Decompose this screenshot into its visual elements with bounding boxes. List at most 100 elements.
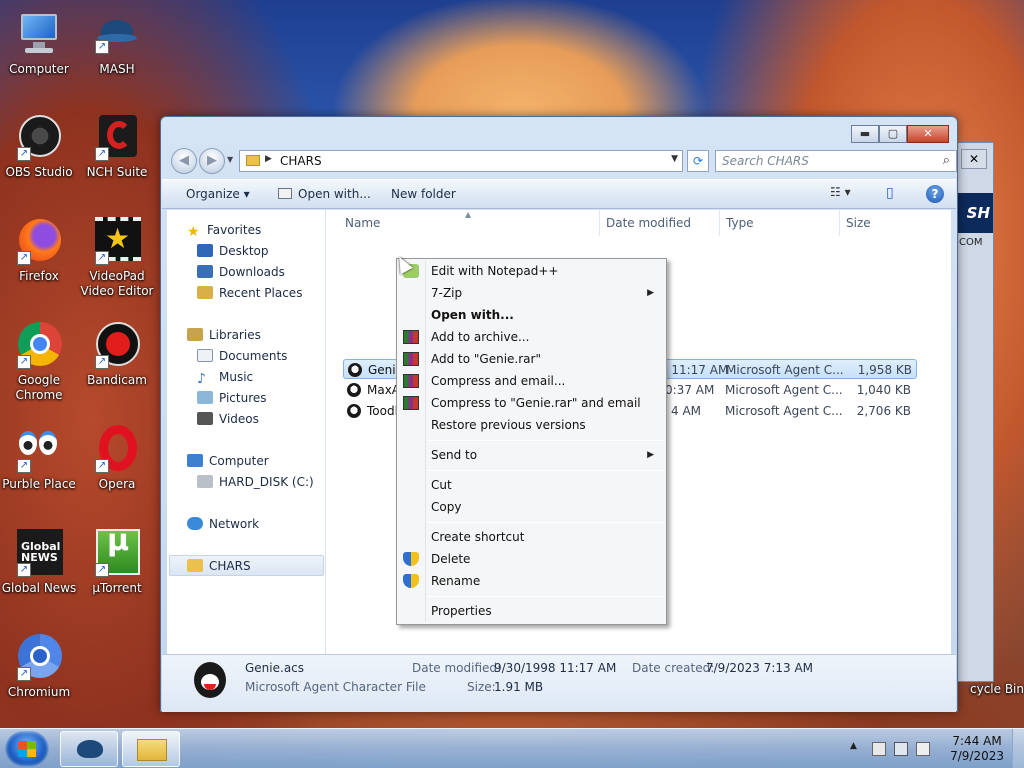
taskbar-mash-button[interactable] bbox=[60, 731, 118, 767]
desktop-nch-icon[interactable]: ↗ NCH Suite bbox=[78, 113, 156, 180]
nav-label: Downloads bbox=[219, 265, 285, 279]
nav-computer[interactable]: Computer bbox=[187, 451, 269, 471]
help-button[interactable]: ? bbox=[926, 185, 944, 203]
nav-recent-places[interactable]: Recent Places bbox=[197, 283, 302, 303]
recent-pages-icon[interactable]: ▼ bbox=[227, 155, 233, 164]
menu-item-open-with[interactable]: Open with... bbox=[399, 304, 664, 326]
desktop-opera-icon[interactable]: ↗ Opera bbox=[78, 425, 156, 492]
menu-item-send-to[interactable]: Send to ▶ bbox=[399, 444, 664, 466]
nav-hard-disk[interactable]: HARD_DISK (C:) bbox=[197, 472, 314, 492]
file-type: Microsoft Agent C... bbox=[726, 363, 844, 377]
column-header-type[interactable]: Type bbox=[726, 216, 754, 230]
nav-desktop[interactable]: Desktop bbox=[197, 241, 269, 261]
maximize-button[interactable]: ▢ bbox=[879, 125, 907, 143]
winrar-icon bbox=[403, 330, 419, 344]
menu-item-add-rar[interactable]: Add to "Genie.rar" bbox=[399, 348, 664, 370]
column-divider[interactable] bbox=[839, 210, 840, 236]
context-menu[interactable]: Edit with Notepad++ 7-Zip ▶ Open with... … bbox=[396, 258, 667, 625]
menu-item-edit-notepad[interactable]: Edit with Notepad++ bbox=[399, 260, 664, 282]
taskbar: ▲ 7:44 AM 7/9/2023 bbox=[0, 728, 1024, 768]
desktop-chromium-icon[interactable]: ↗ Chromium bbox=[0, 633, 78, 700]
open-with-button[interactable]: Open with... bbox=[278, 187, 371, 201]
show-desktop-button[interactable] bbox=[1012, 729, 1024, 768]
menu-item-rename[interactable]: Rename bbox=[399, 570, 664, 592]
menu-item-copy[interactable]: Copy bbox=[399, 496, 664, 518]
videos-icon bbox=[197, 412, 213, 425]
start-button[interactable] bbox=[5, 731, 49, 767]
nav-music[interactable]: ♪ Music bbox=[197, 367, 253, 387]
desktop-mash-icon[interactable]: ↗ MASH bbox=[78, 10, 156, 77]
search-icon[interactable]: ⌕ bbox=[943, 153, 950, 168]
menu-item-add-archive[interactable]: Add to archive... bbox=[399, 326, 664, 348]
nav-favorites[interactable]: ★ Favorites bbox=[187, 220, 261, 240]
close-button[interactable]: ✕ bbox=[907, 125, 949, 143]
address-dropdown-icon[interactable]: ▼ bbox=[671, 154, 678, 164]
menu-item-delete[interactable]: Delete bbox=[399, 548, 664, 570]
desktop-globalnews-icon[interactable]: Global NEWS ↗ Global News bbox=[0, 529, 78, 596]
desktop-computer-icon[interactable]: Computer bbox=[0, 10, 78, 77]
address-bar[interactable]: ▶ CHARS ▼ bbox=[239, 150, 683, 172]
background-window-close-button[interactable]: ✕ bbox=[961, 149, 987, 169]
minimize-button[interactable]: ▬ bbox=[851, 125, 879, 143]
file-size: 2,706 KB bbox=[856, 404, 911, 418]
nav-network[interactable]: Network bbox=[187, 514, 259, 534]
desktop-utorrent-icon[interactable]: µ ↗ µTorrent bbox=[78, 526, 156, 596]
back-button[interactable]: ◀ bbox=[171, 148, 197, 174]
nav-documents[interactable]: Documents bbox=[197, 346, 287, 366]
network-icon[interactable] bbox=[894, 742, 908, 756]
preview-pane-button[interactable]: ▯ bbox=[886, 185, 894, 201]
navigation-pane[interactable]: ★ Favorites Desktop Downloads Recent Plac… bbox=[167, 210, 326, 654]
computer-icon bbox=[187, 454, 203, 467]
menu-item-restore-versions[interactable]: Restore previous versions bbox=[399, 414, 664, 436]
action-center-icon[interactable] bbox=[872, 742, 886, 756]
desktop-obs-icon[interactable]: ↗ OBS Studio bbox=[0, 113, 78, 180]
network-icon bbox=[187, 517, 203, 530]
breadcrumb-chars[interactable]: CHARS bbox=[280, 154, 322, 168]
uac-shield-icon bbox=[403, 574, 419, 588]
column-divider[interactable] bbox=[719, 210, 720, 236]
desktop-videopad-icon[interactable]: ★ ↗ VideoPad Video Editor bbox=[78, 217, 156, 299]
show-hidden-icons-button[interactable]: ▲ bbox=[850, 741, 864, 755]
firefox-icon: ↗ bbox=[15, 217, 63, 265]
nav-downloads[interactable]: Downloads bbox=[197, 262, 285, 282]
desktop-recycle-bin[interactable]: cycle Bin bbox=[950, 682, 1024, 697]
details-pane: Genie.acs Microsoft Agent Character File… bbox=[162, 654, 956, 712]
menu-item-7zip[interactable]: 7-Zip ▶ bbox=[399, 282, 664, 304]
nav-videos[interactable]: Videos bbox=[197, 409, 259, 429]
menu-item-compress-email[interactable]: Compress and email... bbox=[399, 370, 664, 392]
column-header-date-modified[interactable]: Date modified bbox=[606, 216, 691, 230]
submenu-arrow-icon: ▶ bbox=[647, 450, 654, 460]
menu-separator bbox=[427, 522, 664, 523]
new-folder-button[interactable]: New folder bbox=[391, 187, 456, 201]
details-created-value: 7/9/2023 7:13 AM bbox=[706, 661, 814, 675]
menu-item-create-shortcut[interactable]: Create shortcut bbox=[399, 526, 664, 548]
search-input[interactable]: Search CHARS ⌕ bbox=[715, 150, 957, 172]
column-header-size[interactable]: Size bbox=[846, 216, 871, 230]
forward-button[interactable]: ▶ bbox=[199, 148, 225, 174]
menu-item-properties[interactable]: Properties bbox=[399, 600, 664, 622]
menu-item-compress-rar-email[interactable]: Compress to "Genie.rar" and email bbox=[399, 392, 664, 414]
pictures-icon bbox=[197, 391, 213, 404]
organize-button[interactable]: Organize ▾ bbox=[186, 187, 250, 201]
desktop-firefox-icon[interactable]: ↗ Firefox bbox=[0, 217, 78, 284]
breadcrumb-separator-icon[interactable]: ▶ bbox=[265, 154, 272, 164]
nav-label: Network bbox=[209, 517, 260, 531]
change-view-button[interactable]: ☷ ▾ bbox=[830, 185, 851, 199]
menu-separator bbox=[427, 596, 664, 597]
desktop-bandicam-icon[interactable]: ↗ Bandicam bbox=[78, 321, 156, 388]
taskbar-explorer-button[interactable] bbox=[122, 731, 180, 767]
column-divider[interactable] bbox=[599, 210, 600, 236]
clock[interactable]: 7:44 AM 7/9/2023 bbox=[950, 734, 1004, 764]
menu-item-cut[interactable]: Cut bbox=[399, 474, 664, 496]
nav-pictures[interactable]: Pictures bbox=[197, 388, 267, 408]
desktop-purble-icon[interactable]: ↗ Purble Place bbox=[0, 425, 78, 492]
desktop-chrome-icon[interactable]: ↗ Google Chrome bbox=[0, 321, 78, 403]
refresh-button[interactable]: ⟳ bbox=[687, 150, 709, 172]
purble-place-icon: ↗ bbox=[15, 425, 63, 473]
column-header-name[interactable]: Name bbox=[345, 216, 380, 230]
nav-libraries[interactable]: Libraries bbox=[187, 325, 261, 345]
nav-chars[interactable]: CHARS bbox=[187, 556, 251, 576]
file-size: 1,040 KB bbox=[856, 383, 911, 397]
volume-muted-icon[interactable] bbox=[916, 742, 930, 756]
navigation-bar: ◀ ▶ ▼ ▶ CHARS ▼ ⟳ Search CHARS ⌕ bbox=[169, 147, 957, 175]
